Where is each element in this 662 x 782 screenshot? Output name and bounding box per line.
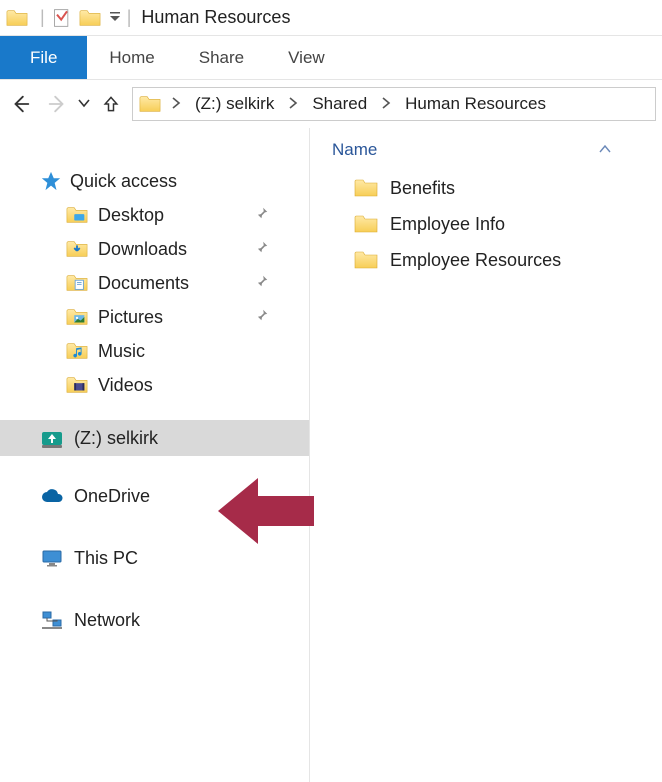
sidebar-item-label: Desktop — [98, 205, 164, 226]
network-icon — [40, 608, 64, 632]
network-drive-icon — [40, 426, 64, 450]
desktop-icon — [66, 204, 88, 226]
window-folder-icon — [6, 7, 28, 29]
pin-icon — [255, 206, 269, 225]
qat-newfolder-icon[interactable] — [79, 7, 101, 29]
sidebar-item-videos[interactable]: Videos — [0, 368, 309, 402]
address-folder-icon — [139, 93, 161, 115]
sidebar-item-label: Downloads — [98, 239, 187, 260]
sidebar-item-onedrive[interactable]: OneDrive — [0, 474, 309, 518]
sidebar-item-label: Documents — [98, 273, 189, 294]
column-header-name[interactable]: Name — [322, 128, 650, 170]
nav-history-caret-icon[interactable] — [78, 96, 90, 112]
list-item[interactable]: Employee Info — [322, 206, 650, 242]
music-icon — [66, 340, 88, 362]
folder-icon — [354, 212, 378, 236]
sidebar-item-network[interactable]: Network — [0, 598, 309, 642]
sidebar-item-pictures[interactable]: Pictures — [0, 300, 309, 334]
pictures-icon — [66, 306, 88, 328]
qat-caret-icon[interactable] — [109, 10, 121, 26]
sidebar-item-label: Network — [74, 610, 140, 631]
sidebar-item-label: This PC — [74, 548, 138, 569]
chevron-right-icon[interactable] — [165, 96, 187, 113]
sidebar-item-downloads[interactable]: Downloads — [0, 232, 309, 266]
documents-icon — [66, 272, 88, 294]
separator: | — [127, 7, 132, 28]
ribbon-tabs: File Home Share View — [0, 36, 662, 80]
list-item[interactable]: Employee Resources — [322, 242, 650, 278]
body: Quick access Desktop Downloads — [0, 128, 662, 782]
file-list: Benefits Employee Info Employee Resource… — [322, 170, 650, 278]
list-item-label: Employee Resources — [390, 250, 561, 271]
title-bar: | | Human Resources — [0, 0, 662, 36]
tab-home[interactable]: Home — [87, 36, 176, 79]
separator: | — [40, 7, 45, 28]
list-item[interactable]: Benefits — [322, 170, 650, 206]
navigation-row: (Z:) selkirk Shared Human Resources — [0, 80, 662, 128]
sidebar-item-desktop[interactable]: Desktop — [0, 198, 309, 232]
sort-indicator-icon — [598, 143, 612, 157]
column-header-label: Name — [332, 140, 377, 160]
pin-icon — [255, 240, 269, 259]
sidebar-item-drive-z[interactable]: (Z:) selkirk — [0, 420, 309, 456]
onedrive-icon — [40, 484, 64, 508]
folder-icon — [354, 176, 378, 200]
sidebar-item-this-pc[interactable]: This PC — [0, 536, 309, 580]
nav-up-button[interactable] — [96, 89, 126, 119]
file-explorer-window: | | Human Resources File Home Share View — [0, 0, 662, 782]
tab-share[interactable]: Share — [177, 36, 266, 79]
nav-forward-button[interactable] — [42, 89, 72, 119]
chevron-right-icon[interactable] — [375, 96, 397, 113]
breadcrumb-segment[interactable]: Shared — [304, 88, 375, 120]
sidebar-item-label: OneDrive — [74, 486, 150, 507]
sidebar-item-label: (Z:) selkirk — [74, 428, 158, 449]
qat-properties-icon[interactable] — [51, 7, 73, 29]
pin-icon — [255, 308, 269, 327]
list-item-label: Benefits — [390, 178, 455, 199]
this-pc-icon — [40, 546, 64, 570]
sidebar-item-documents[interactable]: Documents — [0, 266, 309, 300]
quick-access-label: Quick access — [70, 171, 177, 192]
quick-access-header[interactable]: Quick access — [0, 164, 309, 198]
breadcrumb-segment[interactable]: Human Resources — [397, 88, 554, 120]
sidebar-item-label: Pictures — [98, 307, 163, 328]
sidebar-item-music[interactable]: Music — [0, 334, 309, 368]
chevron-right-icon[interactable] — [282, 96, 304, 113]
list-item-label: Employee Info — [390, 214, 505, 235]
window-title: Human Resources — [141, 7, 290, 28]
address-bar[interactable]: (Z:) selkirk Shared Human Resources — [132, 87, 656, 121]
folder-icon — [354, 248, 378, 272]
breadcrumb-segment[interactable]: (Z:) selkirk — [187, 88, 282, 120]
content-view[interactable]: Name Benefits Employee Info Employee Res… — [310, 128, 662, 782]
tab-view[interactable]: View — [266, 36, 347, 79]
pin-icon — [255, 274, 269, 293]
tab-file[interactable]: File — [0, 36, 87, 79]
nav-back-button[interactable] — [6, 89, 36, 119]
sidebar-item-label: Videos — [98, 375, 153, 396]
quick-access-star-icon — [40, 170, 62, 192]
downloads-icon — [66, 238, 88, 260]
navigation-pane: Quick access Desktop Downloads — [0, 128, 310, 782]
videos-icon — [66, 374, 88, 396]
sidebar-item-label: Music — [98, 341, 145, 362]
